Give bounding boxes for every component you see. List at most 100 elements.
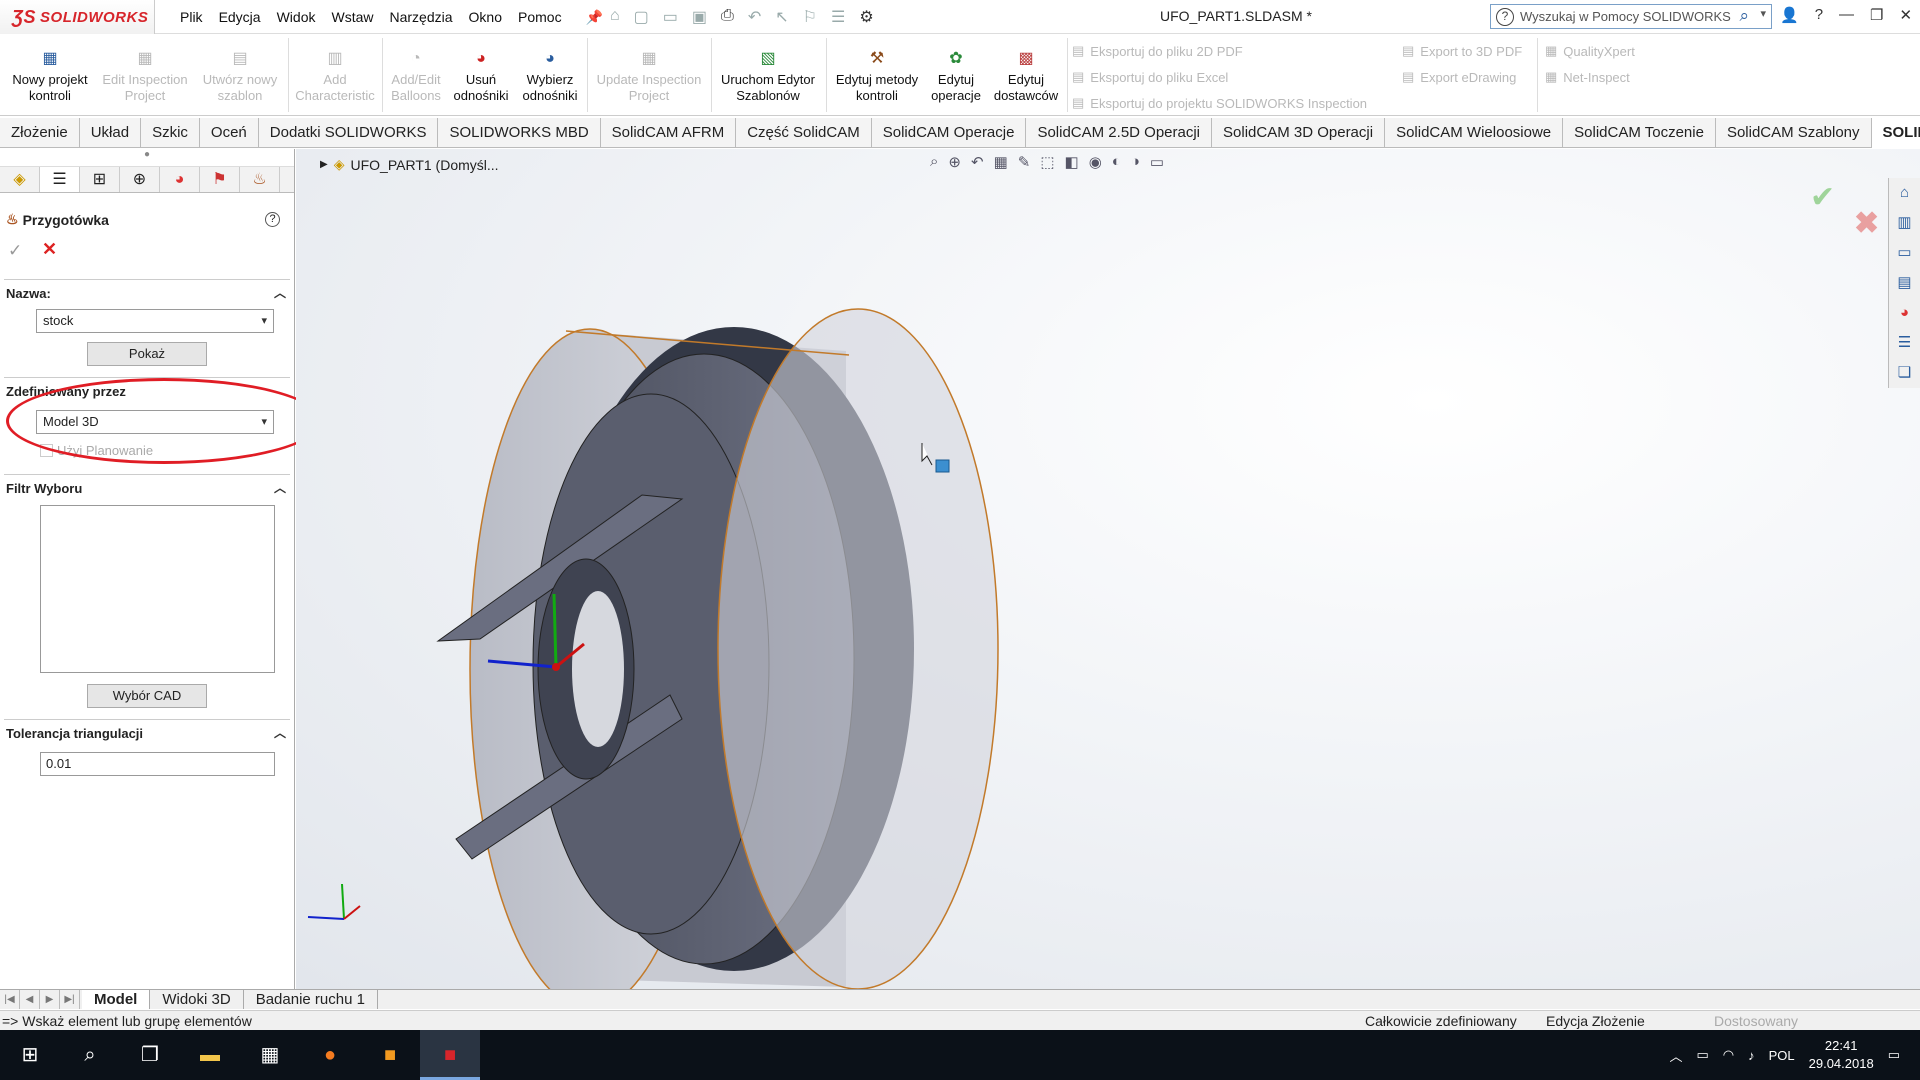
options-icon[interactable]: ⚙: [859, 7, 873, 27]
pin-icon[interactable]: 📌: [578, 9, 611, 26]
menu-file[interactable]: Plik: [172, 9, 211, 25]
view-orientation-icon[interactable]: ⬚: [1040, 153, 1054, 171]
add-characteristic-button[interactable]: ▥ Add Characteristic: [292, 38, 378, 114]
notifications-icon[interactable]: ▭: [1888, 1047, 1900, 1063]
next-tab-icon[interactable]: ▶: [40, 990, 60, 1009]
update-inspection-project-button[interactable]: ▦ Update Inspection Project: [590, 38, 708, 114]
confirm-cancel-icon[interactable]: ✖: [1854, 206, 1879, 241]
edit-inspection-methods-button[interactable]: ⚒ Edytuj metody kontroli: [828, 38, 926, 114]
export-excel-button[interactable]: ▤ Eksportuj do pliku Excel: [1072, 69, 1228, 85]
selection-listbox[interactable]: [40, 505, 275, 673]
property-manager-icon[interactable]: ☰: [40, 167, 80, 192]
tab-solidcam-part[interactable]: Część SolidCAM: [736, 118, 872, 148]
show-button[interactable]: Pokaż: [87, 342, 207, 366]
solidcam-icon[interactable]: ⚑: [200, 167, 240, 192]
language-indicator[interactable]: POL: [1769, 1048, 1795, 1063]
home-icon[interactable]: ⌂: [610, 7, 620, 27]
chevron-down-icon[interactable]: ▾: [1760, 7, 1766, 20]
chevron-up-icon[interactable]: ︿: [274, 284, 286, 301]
add-edit-balloons-button[interactable]: ◔ Add/Edit Balloons: [385, 38, 447, 114]
name-select[interactable]: stock ▾: [36, 309, 274, 333]
dynamic-annotation-icon[interactable]: ✎: [1018, 153, 1031, 171]
view-settings-icon[interactable]: ▭: [1150, 153, 1164, 171]
edit-operations-button[interactable]: ✿ Edytuj operacje: [926, 38, 986, 114]
help-menu-icon[interactable]: ?: [1815, 6, 1823, 24]
previous-view-icon[interactable]: ↶: [971, 153, 984, 171]
section-view-icon[interactable]: ▦: [994, 153, 1008, 171]
help-search[interactable]: ? Wyszukaj w Pomocy SOLIDWORKS ⌕ ▾: [1490, 4, 1772, 29]
appearances-icon[interactable]: ◕: [1889, 298, 1920, 328]
panel-grip[interactable]: ●: [0, 149, 294, 167]
create-template-button[interactable]: ▤ Utwórz nowy szablon: [195, 38, 285, 114]
tab-model[interactable]: Model: [82, 990, 151, 1009]
print-icon[interactable]: ⎙: [721, 7, 734, 27]
solidworks-taskbar-icon[interactable]: ■: [420, 1030, 480, 1080]
file-props-icon[interactable]: ☰: [831, 7, 845, 27]
menu-edit[interactable]: Edycja: [211, 9, 269, 25]
help-icon[interactable]: ?: [265, 212, 280, 227]
confirm-ok-icon[interactable]: ✔: [1810, 180, 1835, 215]
tab-solidcam-turning[interactable]: SolidCAM Toczenie: [1563, 118, 1716, 148]
search-icon[interactable]: ⌕: [1739, 6, 1749, 26]
pdf-app-icon[interactable]: ■: [360, 1030, 420, 1080]
tab-layout[interactable]: Układ: [80, 118, 142, 148]
chevron-up-icon[interactable]: ︿: [274, 479, 286, 496]
file-explorer-icon[interactable]: ▬: [180, 1030, 240, 1080]
firefox-icon[interactable]: ●: [300, 1030, 360, 1080]
clock[interactable]: 22:41 29.04.2018: [1809, 1037, 1874, 1073]
tab-assembly[interactable]: Złożenie: [0, 118, 80, 148]
feature-manager-icon[interactable]: ◈: [0, 167, 40, 192]
export-inspection-project-button[interactable]: ▤ Eksportuj do projektu SOLIDWORKS Inspec…: [1072, 95, 1367, 111]
start-icon[interactable]: ⊞: [0, 1030, 60, 1080]
chevron-up-icon[interactable]: ︿: [274, 724, 286, 741]
last-tab-icon[interactable]: ▶|: [60, 990, 80, 1009]
tab-solidcam-3d[interactable]: SolidCAM 3D Operacji: [1212, 118, 1386, 148]
dimxpert-icon[interactable]: ⊕: [120, 167, 160, 192]
template-editor-button[interactable]: ▧ Uruchom Edytor Szablonów: [714, 38, 822, 114]
remove-balloons-button[interactable]: ◕ Usuń odnośniki: [447, 38, 515, 114]
tab-evaluate[interactable]: Oceń: [200, 118, 259, 148]
store-icon[interactable]: ▦: [240, 1030, 300, 1080]
chevron-down-icon[interactable]: ▾: [261, 310, 267, 332]
tray-expand-icon[interactable]: ︿: [1669, 1046, 1682, 1065]
menu-help[interactable]: Pomoc: [510, 9, 570, 25]
restore-icon[interactable]: ❐: [1870, 6, 1883, 24]
volume-icon[interactable]: ♪: [1748, 1048, 1755, 1063]
select-balloons-button[interactable]: ◕ Wybierz odnośniki: [515, 38, 585, 114]
task-view-icon[interactable]: ❐: [120, 1030, 180, 1080]
edit-appearance-icon[interactable]: ◐: [1112, 153, 1121, 171]
export-2d-pdf-button[interactable]: ▤ Eksportuj do pliku 2D PDF: [1072, 43, 1243, 59]
menu-window[interactable]: Okno: [461, 9, 510, 25]
export-3d-pdf-button[interactable]: ▤ Export to 3D PDF: [1402, 43, 1522, 59]
view-palette-icon[interactable]: ▤: [1889, 268, 1920, 298]
solidcam-manager-icon[interactable]: ♨: [240, 167, 280, 192]
net-inspect-button[interactable]: ▦ Net-Inspect: [1545, 69, 1630, 85]
tab-solidcam-operations[interactable]: SolidCAM Operacje: [872, 118, 1027, 148]
display-manager-icon[interactable]: ◕: [160, 167, 200, 192]
cad-selection-button[interactable]: Wybór CAD: [87, 684, 207, 708]
rebuild-icon[interactable]: ⚐: [803, 7, 817, 27]
wifi-icon[interactable]: ◠: [1723, 1047, 1734, 1063]
hide-show-icon[interactable]: ◉: [1089, 153, 1102, 171]
new-inspection-project-button[interactable]: ▦ Nowy projekt kontroli: [2, 38, 98, 114]
open-icon[interactable]: ▭: [663, 7, 678, 27]
cancel-icon[interactable]: ✕: [42, 239, 57, 260]
tab-sketch[interactable]: Szkic: [141, 118, 200, 148]
tab-solidworks-inspection[interactable]: SOLIDWORKS...: [1871, 118, 1920, 148]
resources-home-icon[interactable]: ⌂: [1889, 178, 1920, 208]
tab-3d-views[interactable]: Widoki 3D: [150, 990, 244, 1009]
tab-solidcam-templates[interactable]: SolidCAM Szablony: [1716, 118, 1872, 148]
first-tab-icon[interactable]: |◀: [0, 990, 20, 1009]
ok-icon[interactable]: ✓: [8, 241, 22, 261]
solidworks-logo[interactable]: ƷS SOLIDWORKS: [0, 0, 155, 34]
expand-arrow-icon[interactable]: ▶: [320, 159, 328, 170]
tab-mbd[interactable]: SOLIDWORKS MBD: [438, 118, 601, 148]
graphics-area[interactable]: [296, 149, 1920, 1010]
search-input[interactable]: Wyszukaj w Pomocy SOLIDWORKS: [1520, 9, 1731, 24]
save-icon[interactable]: ▣: [692, 7, 707, 27]
select-icon[interactable]: ↖: [775, 7, 788, 27]
configuration-manager-icon[interactable]: ⊞: [80, 167, 120, 192]
zoom-fit-icon[interactable]: ⌕: [930, 153, 938, 171]
menu-view[interactable]: Widok: [269, 9, 324, 25]
forum-icon[interactable]: ❏: [1889, 358, 1920, 388]
